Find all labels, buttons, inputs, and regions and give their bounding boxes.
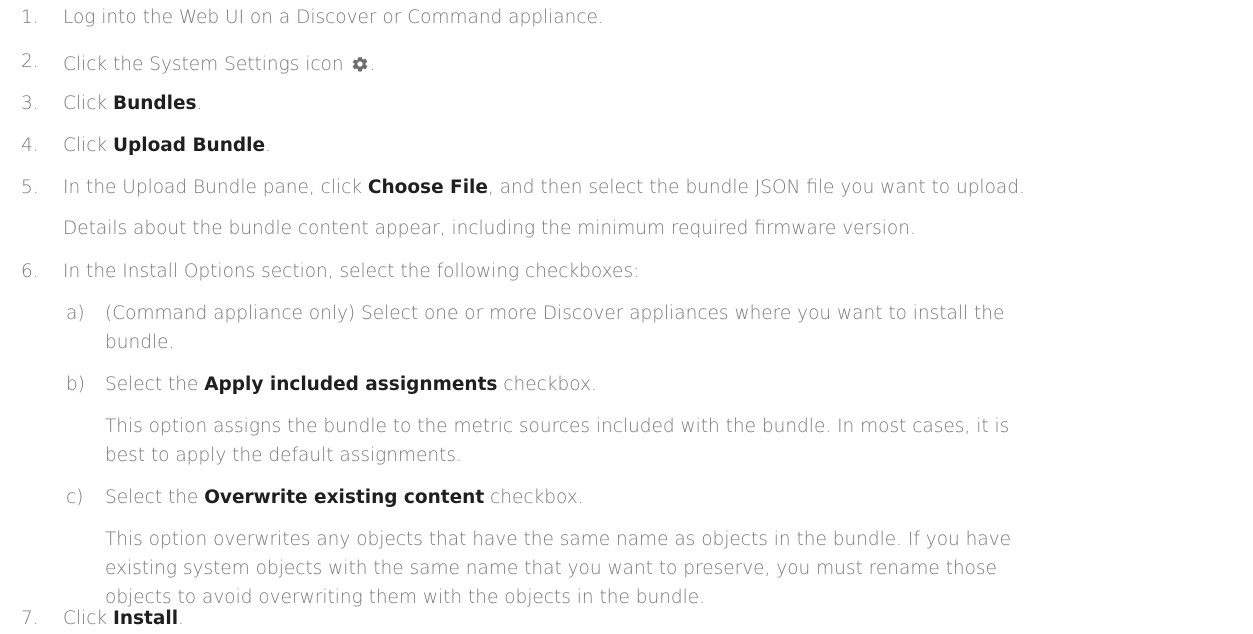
substep-text: bundle. — [105, 332, 175, 353]
step-text-part: . — [196, 93, 203, 114]
substep-letter: a) — [66, 303, 85, 324]
ui-label-apply-included-assignments: Apply included assignments — [204, 374, 498, 395]
step-number: 7. — [21, 608, 39, 629]
step-text: Click the System Settings icon . — [63, 54, 375, 76]
substep-text-part: Select the — [105, 487, 205, 508]
substep-detail: This option assigns the bundle to the me… — [105, 416, 1010, 437]
ui-label-choose-file: Choose File — [367, 177, 488, 198]
substep-letter: c) — [66, 487, 84, 508]
substep-detail: This option overwrites any objects that … — [105, 529, 1012, 550]
step-text-part: , and then select the bundle JSON file y… — [487, 177, 1025, 198]
ui-label-bundles: Bundles — [112, 93, 197, 114]
step-text: Log into the Web UI on a Discover or Com… — [63, 7, 604, 28]
step-text: In the Upload Bundle pane, click Choose … — [63, 177, 1025, 199]
step-detail: Details about the bundle content appear,… — [63, 218, 916, 239]
step-text-part: . — [265, 135, 271, 156]
step-text-part: . — [369, 54, 376, 75]
gear-icon — [353, 56, 368, 72]
step-number: 4. — [21, 135, 39, 156]
step-text-part: . — [178, 608, 184, 629]
step-number: 2. — [21, 51, 39, 72]
substep-text: Select the Apply included assignments ch… — [105, 374, 597, 396]
step-text: Click Upload Bundle. — [63, 135, 271, 157]
step-text-part: Click — [63, 93, 113, 114]
step-number: 1. — [21, 7, 39, 28]
substep-detail: objects to avoid overwriting them with t… — [105, 587, 706, 608]
step-text-part: Click — [63, 135, 113, 156]
step-number: 5. — [21, 177, 39, 198]
step-text-part: In the Upload Bundle pane, click — [63, 177, 368, 198]
ui-label-install: Install — [112, 608, 179, 629]
substep-text-part: checkbox. — [484, 487, 584, 508]
step-text: Click Install. — [63, 608, 184, 630]
step-text: Click Bundles. — [63, 93, 202, 115]
step-text-part: Click — [63, 608, 113, 629]
step-text: In the Install Options section, select t… — [63, 261, 640, 282]
substep-text-part: Select the — [105, 374, 205, 395]
step-number: 3. — [21, 93, 39, 114]
substep-detail: best to apply the default assignments. — [105, 445, 462, 466]
substep-text-part: checkbox. — [497, 374, 597, 395]
substep-text: (Command appliance only) Select one or m… — [105, 303, 1005, 324]
step-text-part: Click the System Settings icon — [63, 54, 350, 75]
substep-letter: b) — [66, 374, 85, 395]
substep-detail: existing system objects with the same na… — [105, 558, 997, 579]
substep-text: Select the Overwrite existing content ch… — [105, 487, 584, 509]
ui-label-upload-bundle: Upload Bundle — [112, 135, 266, 156]
step-number: 6. — [21, 261, 39, 282]
ui-label-overwrite-existing-content: Overwrite existing content — [204, 487, 485, 508]
